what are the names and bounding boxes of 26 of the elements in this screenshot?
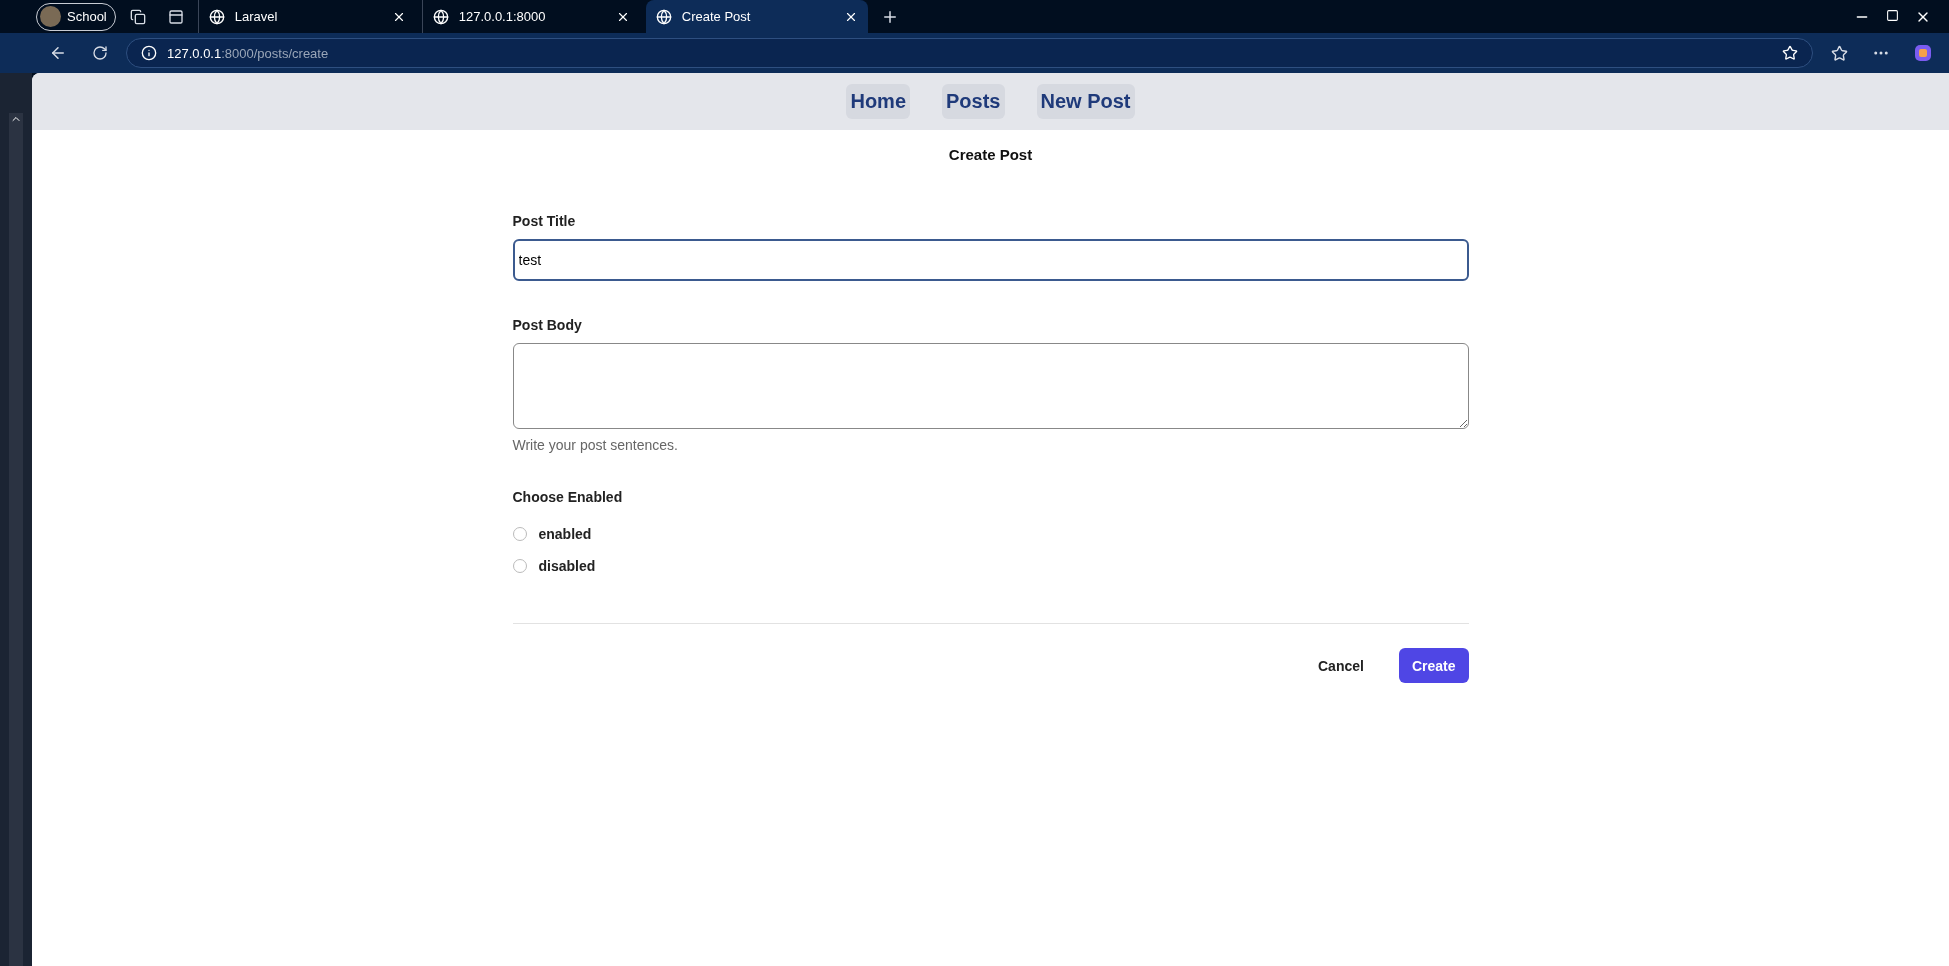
globe-icon bbox=[208, 8, 225, 25]
globe-icon bbox=[432, 8, 449, 25]
body-textarea[interactable] bbox=[512, 343, 1469, 429]
nav-link[interactable]: Home bbox=[846, 84, 911, 119]
field-label: Post Body bbox=[512, 317, 583, 333]
radio-label: enabled bbox=[538, 526, 592, 542]
radio-label: disabled bbox=[538, 558, 596, 574]
globe-icon bbox=[655, 8, 672, 25]
maximize-icon[interactable] bbox=[1886, 8, 1899, 22]
info-icon bbox=[141, 45, 157, 61]
url-text: 127.0.0.1:8000/posts/create bbox=[167, 45, 330, 61]
create-button[interactable]: Create bbox=[1398, 648, 1469, 683]
star-icon[interactable] bbox=[1782, 45, 1798, 61]
address-field[interactable]: 127.0.0.1:8000/posts/create bbox=[126, 38, 1813, 68]
avatar-icon bbox=[40, 6, 61, 27]
field-label: Choose Enabled bbox=[512, 489, 624, 505]
page-title: Create Post bbox=[947, 146, 1034, 163]
field-hint: Write your post sentences. bbox=[512, 437, 679, 453]
title-input[interactable]: test bbox=[512, 239, 1469, 281]
radio-button[interactable] bbox=[512, 527, 527, 541]
nav-link[interactable]: New Post bbox=[1036, 84, 1135, 119]
cancel-button[interactable]: Cancel bbox=[1305, 648, 1377, 683]
nav-link[interactable]: Posts bbox=[942, 84, 1005, 119]
radio-button[interactable] bbox=[512, 559, 527, 573]
field-label: Post Title bbox=[512, 213, 577, 229]
browser-tab[interactable]: Create Post bbox=[645, 0, 868, 33]
